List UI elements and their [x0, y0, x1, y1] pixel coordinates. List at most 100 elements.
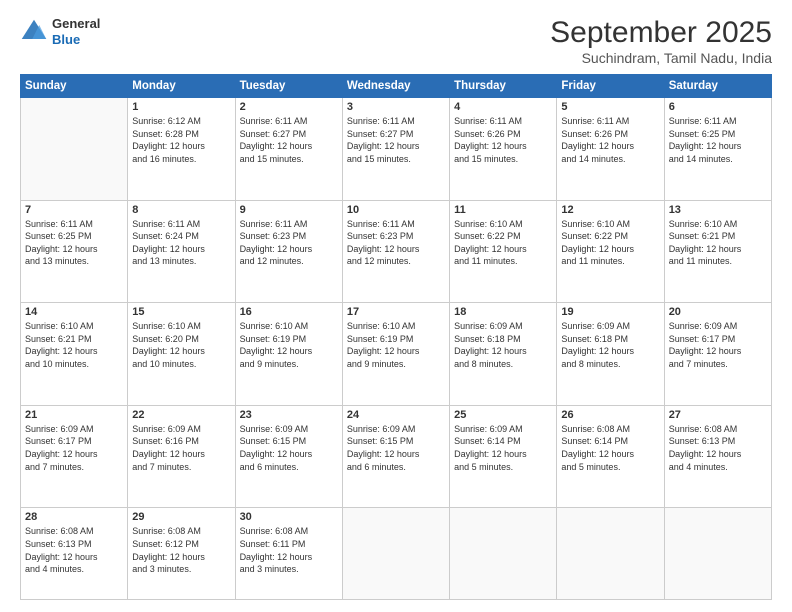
- day-number: 22: [132, 409, 230, 421]
- calendar-cell: 12Sunrise: 6:10 AM Sunset: 6:22 PM Dayli…: [557, 200, 664, 303]
- calendar-cell: 7 Sunrise: 6:11 AM Sunset: 6:25 PM Daylig…: [21, 200, 128, 303]
- calendar-cell: [21, 98, 128, 201]
- calendar-cell: 8Sunrise: 6:11 AM Sunset: 6:24 PM Daylig…: [128, 200, 235, 303]
- subtitle: Suchindram, Tamil Nadu, India: [550, 50, 772, 66]
- day-number: 11: [454, 204, 552, 216]
- day-info: Sunrise: 6:08 AM Sunset: 6:13 PM Dayligh…: [669, 423, 767, 473]
- day-number: 3: [347, 101, 445, 113]
- day-number: 5: [561, 101, 659, 113]
- calendar-cell: 26Sunrise: 6:08 AM Sunset: 6:14 PM Dayli…: [557, 405, 664, 508]
- day-number: 9: [240, 204, 338, 216]
- day-info: Sunrise: 6:08 AM Sunset: 6:12 PM Dayligh…: [132, 525, 230, 575]
- calendar-week-row: 7 Sunrise: 6:11 AM Sunset: 6:25 PM Daylig…: [21, 200, 772, 303]
- day-info: Sunrise: 6:12 AM Sunset: 6:28 PM Dayligh…: [132, 115, 230, 165]
- day-info: Sunrise: 6:09 AM Sunset: 6:18 PM Dayligh…: [561, 320, 659, 370]
- day-number: 7: [25, 204, 123, 216]
- logo: General Blue: [20, 16, 100, 47]
- calendar-week-row: 28 Sunrise: 6:08 AM Sunset: 6:13 PM Dayli…: [21, 508, 772, 600]
- day-info: Sunrise: 6:09 AM Sunset: 6:16 PM Dayligh…: [132, 423, 230, 473]
- calendar-week-row: 1 Sunrise: 6:12 AM Sunset: 6:28 PM Daylig…: [21, 98, 772, 201]
- calendar-cell: 2Sunrise: 6:11 AM Sunset: 6:27 PM Daylig…: [235, 98, 342, 201]
- calendar-day-header: Wednesday: [342, 75, 449, 98]
- day-info: Sunrise: 6:11 AM Sunset: 6:26 PM Dayligh…: [454, 115, 552, 165]
- calendar-cell: 29 Sunrise: 6:08 AM Sunset: 6:12 PM Dayli…: [128, 508, 235, 600]
- calendar-cell: 6 Sunrise: 6:11 AM Sunset: 6:25 PM Daylig…: [664, 98, 771, 201]
- day-info: Sunrise: 6:11 AM Sunset: 6:25 PM Dayligh…: [25, 218, 123, 268]
- day-info: Sunrise: 6:11 AM Sunset: 6:23 PM Dayligh…: [240, 218, 338, 268]
- calendar-cell: 19 Sunrise: 6:09 AM Sunset: 6:18 PM Dayli…: [557, 303, 664, 406]
- calendar-cell: [342, 508, 449, 600]
- calendar-week-row: 14 Sunrise: 6:10 AM Sunset: 6:21 PM Dayli…: [21, 303, 772, 406]
- calendar-cell: 18 Sunrise: 6:09 AM Sunset: 6:18 PM Dayli…: [450, 303, 557, 406]
- day-info: Sunrise: 6:11 AM Sunset: 6:27 PM Dayligh…: [347, 115, 445, 165]
- day-info: Sunrise: 6:09 AM Sunset: 6:17 PM Dayligh…: [25, 423, 123, 473]
- header: General Blue September 2025 Suchindram, …: [20, 16, 772, 66]
- calendar-day-header: Thursday: [450, 75, 557, 98]
- logo-icon: [20, 18, 48, 46]
- day-info: Sunrise: 6:10 AM Sunset: 6:21 PM Dayligh…: [25, 320, 123, 370]
- day-info: Sunrise: 6:09 AM Sunset: 6:18 PM Dayligh…: [454, 320, 552, 370]
- calendar-cell: 5Sunrise: 6:11 AM Sunset: 6:26 PM Daylig…: [557, 98, 664, 201]
- calendar-header-row: SundayMondayTuesdayWednesdayThursdayFrid…: [21, 75, 772, 98]
- day-number: 18: [454, 306, 552, 318]
- title-block: September 2025 Suchindram, Tamil Nadu, I…: [550, 16, 772, 66]
- day-number: 19: [561, 306, 659, 318]
- logo-text: General Blue: [52, 16, 100, 47]
- day-number: 6: [669, 101, 767, 113]
- calendar-cell: 10Sunrise: 6:11 AM Sunset: 6:23 PM Dayli…: [342, 200, 449, 303]
- calendar-day-header: Tuesday: [235, 75, 342, 98]
- day-number: 23: [240, 409, 338, 421]
- day-info: Sunrise: 6:08 AM Sunset: 6:11 PM Dayligh…: [240, 525, 338, 575]
- day-number: 13: [669, 204, 767, 216]
- calendar-cell: 3 Sunrise: 6:11 AM Sunset: 6:27 PM Daylig…: [342, 98, 449, 201]
- day-number: 30: [240, 511, 338, 523]
- day-info: Sunrise: 6:10 AM Sunset: 6:21 PM Dayligh…: [669, 218, 767, 268]
- calendar-day-header: Saturday: [664, 75, 771, 98]
- calendar-cell: 30 Sunrise: 6:08 AM Sunset: 6:11 PM Dayli…: [235, 508, 342, 600]
- calendar-cell: [557, 508, 664, 600]
- day-number: 28: [25, 511, 123, 523]
- calendar-cell: 23Sunrise: 6:09 AM Sunset: 6:15 PM Dayli…: [235, 405, 342, 508]
- calendar-cell: 28 Sunrise: 6:08 AM Sunset: 6:13 PM Dayli…: [21, 508, 128, 600]
- day-number: 14: [25, 306, 123, 318]
- calendar-cell: 20 Sunrise: 6:09 AM Sunset: 6:17 PM Dayli…: [664, 303, 771, 406]
- day-number: 15: [132, 306, 230, 318]
- calendar-day-header: Monday: [128, 75, 235, 98]
- day-number: 27: [669, 409, 767, 421]
- day-number: 4: [454, 101, 552, 113]
- day-info: Sunrise: 6:08 AM Sunset: 6:13 PM Dayligh…: [25, 525, 123, 575]
- day-info: Sunrise: 6:10 AM Sunset: 6:20 PM Dayligh…: [132, 320, 230, 370]
- page: General Blue September 2025 Suchindram, …: [0, 0, 792, 612]
- calendar-cell: [450, 508, 557, 600]
- calendar-cell: 27 Sunrise: 6:08 AM Sunset: 6:13 PM Dayli…: [664, 405, 771, 508]
- calendar-table: SundayMondayTuesdayWednesdayThursdayFrid…: [20, 74, 772, 600]
- day-number: 26: [561, 409, 659, 421]
- day-number: 10: [347, 204, 445, 216]
- calendar-cell: 14 Sunrise: 6:10 AM Sunset: 6:21 PM Dayli…: [21, 303, 128, 406]
- day-number: 1: [132, 101, 230, 113]
- calendar-cell: 13 Sunrise: 6:10 AM Sunset: 6:21 PM Dayli…: [664, 200, 771, 303]
- day-info: Sunrise: 6:10 AM Sunset: 6:19 PM Dayligh…: [347, 320, 445, 370]
- calendar-cell: 24Sunrise: 6:09 AM Sunset: 6:15 PM Dayli…: [342, 405, 449, 508]
- calendar-day-header: Friday: [557, 75, 664, 98]
- main-title: September 2025: [550, 16, 772, 50]
- day-number: 25: [454, 409, 552, 421]
- day-info: Sunrise: 6:11 AM Sunset: 6:25 PM Dayligh…: [669, 115, 767, 165]
- calendar-cell: 17 Sunrise: 6:10 AM Sunset: 6:19 PM Dayli…: [342, 303, 449, 406]
- day-number: 17: [347, 306, 445, 318]
- calendar-cell: 15 Sunrise: 6:10 AM Sunset: 6:20 PM Dayli…: [128, 303, 235, 406]
- calendar-cell: 4 Sunrise: 6:11 AM Sunset: 6:26 PM Daylig…: [450, 98, 557, 201]
- calendar-cell: 11Sunrise: 6:10 AM Sunset: 6:22 PM Dayli…: [450, 200, 557, 303]
- day-info: Sunrise: 6:09 AM Sunset: 6:17 PM Dayligh…: [669, 320, 767, 370]
- calendar-cell: 9 Sunrise: 6:11 AM Sunset: 6:23 PM Daylig…: [235, 200, 342, 303]
- logo-line2: Blue: [52, 32, 100, 48]
- logo-line1: General: [52, 16, 100, 32]
- calendar-cell: 1 Sunrise: 6:12 AM Sunset: 6:28 PM Daylig…: [128, 98, 235, 201]
- calendar-day-header: Sunday: [21, 75, 128, 98]
- day-number: 29: [132, 511, 230, 523]
- day-number: 2: [240, 101, 338, 113]
- calendar-week-row: 21 Sunrise: 6:09 AM Sunset: 6:17 PM Dayli…: [21, 405, 772, 508]
- day-number: 20: [669, 306, 767, 318]
- day-number: 21: [25, 409, 123, 421]
- day-info: Sunrise: 6:09 AM Sunset: 6:15 PM Dayligh…: [347, 423, 445, 473]
